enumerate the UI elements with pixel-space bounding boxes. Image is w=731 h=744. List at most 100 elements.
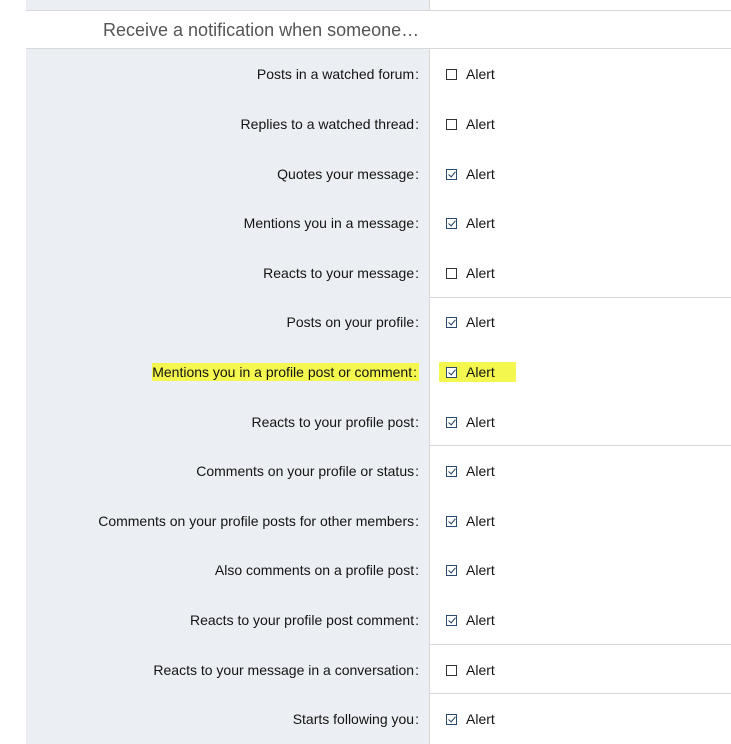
notification-row: Reacts to your profile post comment: Aler… (26, 605, 731, 635)
label-colon: : (415, 711, 419, 727)
checkbox-checked-icon[interactable] (446, 465, 457, 477)
alert-option[interactable]: Alert (446, 64, 495, 84)
alert-option[interactable]: Alert (439, 362, 516, 382)
notification-label: Also comments on a profile post: (215, 561, 419, 579)
notification-label: Comments on your profile posts for other… (98, 512, 419, 530)
label-colon: : (415, 562, 419, 578)
notification-label: Comments on your profile or status: (196, 462, 419, 480)
section-header: Receive a notification when someone… (26, 11, 731, 49)
group-divider (430, 693, 731, 694)
checkbox-checked-icon[interactable] (446, 366, 457, 378)
checkbox-checked-icon[interactable] (446, 316, 457, 328)
alert-option-label[interactable]: Alert (466, 463, 495, 479)
checkbox-checked-icon[interactable] (446, 416, 457, 428)
checkbox-checked-icon[interactable] (446, 168, 457, 180)
alert-option-label[interactable]: Alert (466, 66, 495, 82)
checkbox-unchecked-icon[interactable] (446, 664, 457, 676)
notification-label: Reacts to your profile post: (251, 413, 419, 431)
notification-label: Mentions you in a message: (244, 214, 419, 232)
alert-option[interactable]: Alert (446, 412, 495, 432)
checkbox-checked-icon[interactable] (446, 564, 457, 576)
alert-option[interactable]: Alert (446, 511, 495, 531)
alert-option-label[interactable]: Alert (466, 364, 495, 380)
checkbox-checked-icon[interactable] (446, 713, 457, 725)
notification-label-text: Starts following you (292, 711, 415, 727)
notification-row: Comments on your profile posts for other… (26, 506, 731, 536)
checkbox-unchecked-icon[interactable] (446, 118, 457, 130)
notification-row: Replies to a watched thread: Alert (26, 109, 731, 139)
notification-row: Reacts to your profile post: Alert (26, 407, 731, 437)
alert-option-label[interactable]: Alert (466, 414, 495, 430)
alert-option-label[interactable]: Alert (466, 265, 495, 281)
notification-label-text: Comments on your profile or status (196, 463, 415, 479)
label-colon: : (415, 414, 419, 430)
label-colon: : (413, 364, 417, 380)
notification-label-text: Also comments on a profile post (214, 562, 415, 578)
notification-label-text: Reacts to your message (263, 265, 415, 281)
label-column (26, 49, 429, 744)
notification-label-text: Mentions you in a profile post or commen… (152, 364, 413, 380)
alert-option[interactable]: Alert (446, 660, 495, 680)
alert-option-label[interactable]: Alert (466, 612, 495, 628)
alert-option[interactable]: Alert (446, 461, 495, 481)
notification-row: Mentions you in a message: Alert (26, 208, 731, 238)
notification-row: Posts in a watched forum: Alert (26, 59, 731, 89)
label-colon: : (415, 116, 419, 132)
notification-row: Reacts to your message: Alert (26, 258, 731, 288)
notification-row: Posts on your profile: Alert (26, 307, 731, 337)
notification-label: Reacts to your message: (263, 264, 419, 282)
notification-label-text: Mentions you in a message (243, 215, 415, 231)
label-colon: : (415, 215, 419, 231)
notification-label-text: Reacts to your message in a conversation (153, 662, 415, 678)
alert-option[interactable]: Alert (446, 709, 495, 729)
checkbox-unchecked-icon[interactable] (446, 68, 457, 80)
alert-option-label[interactable]: Alert (466, 116, 495, 132)
alert-option-label[interactable]: Alert (466, 215, 495, 231)
notification-label-text: Quotes your message (277, 166, 415, 182)
label-colon: : (415, 314, 419, 330)
notification-label-text: Posts on your profile (286, 314, 415, 330)
label-colon: : (415, 662, 419, 678)
notification-row: Quotes your message: Alert (26, 159, 731, 189)
notification-label-text: Replies to a watched thread (240, 116, 415, 132)
alert-option[interactable]: Alert (446, 164, 495, 184)
notification-label: Quotes your message: (277, 165, 419, 183)
notification-label: Reacts to your message in a conversation… (153, 661, 419, 679)
notification-label-text: Reacts to your profile post (251, 414, 415, 430)
alert-option-label[interactable]: Alert (466, 314, 495, 330)
column-divider (429, 49, 430, 744)
alert-option-label[interactable]: Alert (466, 562, 495, 578)
notification-row: Comments on your profile or status: Alert (26, 456, 731, 486)
notification-label: Posts on your profile: (286, 313, 419, 331)
notification-label-text: Comments on your profile posts for other… (98, 513, 415, 529)
notification-label: Posts in a watched forum: (257, 65, 419, 83)
alert-option-label[interactable]: Alert (466, 166, 495, 182)
label-colon: : (415, 166, 419, 182)
alert-option[interactable]: Alert (446, 114, 495, 134)
previous-section-strip (26, 0, 731, 10)
checkbox-checked-icon[interactable] (446, 217, 457, 229)
checkbox-checked-icon[interactable] (446, 515, 457, 527)
alert-option[interactable]: Alert (446, 213, 495, 233)
label-colon: : (415, 265, 419, 281)
alert-option-label[interactable]: Alert (466, 662, 495, 678)
notification-label: Starts following you: (293, 710, 419, 728)
alert-option-label[interactable]: Alert (466, 711, 495, 727)
group-divider (430, 445, 731, 446)
group-divider (430, 297, 731, 298)
alert-option[interactable]: Alert (446, 560, 495, 580)
notification-label-text: Reacts to your profile post comment (190, 612, 415, 628)
checkbox-checked-icon[interactable] (446, 614, 457, 626)
checkbox-unchecked-icon[interactable] (446, 267, 457, 279)
label-colon: : (415, 463, 419, 479)
notification-label: Mentions you in a profile post or commen… (152, 363, 419, 381)
notification-row: Mentions you in a profile post or commen… (26, 357, 731, 387)
alert-option[interactable]: Alert (446, 263, 495, 283)
notification-label-text: Posts in a watched forum (256, 66, 415, 82)
alert-option[interactable]: Alert (446, 610, 495, 630)
label-colon: : (415, 612, 419, 628)
alert-option[interactable]: Alert (446, 312, 495, 332)
notification-settings-panel: Receive a notification when someone… Pos… (26, 0, 731, 744)
alert-option-label[interactable]: Alert (466, 513, 495, 529)
label-colon: : (415, 66, 419, 82)
